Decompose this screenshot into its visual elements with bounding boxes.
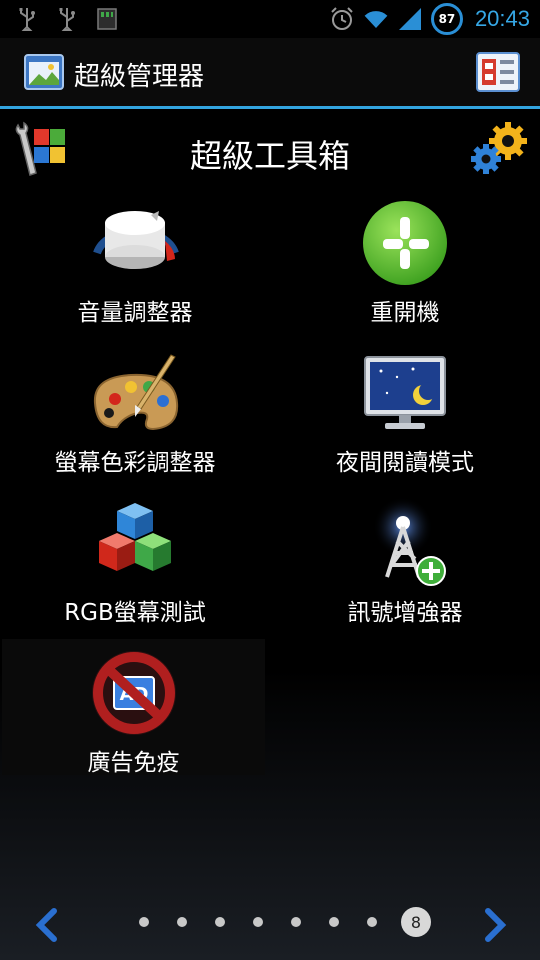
status-right-icons: 87 20:43 [329, 3, 530, 35]
signal-tower-icon [357, 497, 453, 593]
page-indicator: 8 [125, 907, 431, 937]
tile-label: 音量調整器 [77, 300, 193, 326]
sd-card-icon [94, 6, 120, 32]
usb-icon [54, 6, 80, 32]
tile-ad-immunity[interactable]: AD 廣告免疫 [2, 639, 265, 776]
page-dot[interactable] [367, 917, 377, 927]
gears-icon[interactable] [470, 121, 530, 177]
tile-night-reading-mode[interactable]: 夜間閱讀模式 [270, 339, 540, 489]
page-dot[interactable] [253, 917, 263, 927]
rgb-cubes-icon [87, 497, 183, 593]
tile-label: 螢幕色彩調整器 [54, 450, 216, 476]
paint-palette-icon [87, 347, 183, 443]
battery-percent: 87 [438, 12, 456, 26]
app-title: 超級管理器 [74, 62, 205, 92]
action-bar: 超級管理器 [0, 38, 540, 109]
content-area: 超級工具箱 音量調整器 重開機 螢幕色彩調整器 夜間閱讀模式 RGB螢幕測試 訊… [0, 109, 540, 960]
next-page-arrow-icon[interactable] [478, 905, 512, 945]
app-window-icon[interactable] [24, 52, 64, 92]
toolbox-header: 超級工具箱 [0, 109, 540, 189]
battery-indicator: 87 [430, 3, 463, 35]
wifi-icon [363, 6, 389, 32]
restart-icon [357, 197, 453, 293]
page-dot[interactable] [329, 917, 339, 927]
grid-menu-icon[interactable] [476, 52, 520, 92]
tile-restart[interactable]: 重開機 [270, 189, 540, 339]
tile-volume-adjuster[interactable]: 音量調整器 [0, 189, 270, 339]
tile-label: 夜間閱讀模式 [336, 450, 474, 476]
current-page-badge: 8 [401, 907, 431, 937]
tile-label: 重開機 [370, 300, 440, 326]
tile-signal-booster[interactable]: 訊號增強器 [270, 489, 540, 639]
tile-rgb-screen-test[interactable]: RGB螢幕測試 [0, 489, 270, 639]
tile-screen-color-adjuster[interactable]: 螢幕色彩調整器 [0, 339, 270, 489]
tile-label: 廣告免疫 [87, 750, 180, 776]
tile-label: 訊號增強器 [347, 600, 463, 626]
toolbox-title: 超級工具箱 [189, 137, 350, 175]
signal-icon [397, 6, 423, 32]
status-left-icons [14, 6, 120, 32]
page-dot[interactable] [291, 917, 301, 927]
tile-label: RGB螢幕測試 [64, 600, 206, 626]
usb-icon [14, 6, 40, 32]
ad-block-icon: AD [86, 647, 182, 743]
page-dot[interactable] [215, 917, 225, 927]
alarm-icon [329, 6, 355, 32]
volume-knob-icon [87, 197, 183, 293]
previous-page-arrow-icon[interactable] [30, 905, 64, 945]
clock: 20:43 [474, 6, 530, 31]
page-dot[interactable] [177, 917, 187, 927]
night-monitor-icon [357, 347, 453, 443]
page-dot[interactable] [139, 917, 149, 927]
status-bar: 87 20:43 [0, 0, 540, 38]
pager: 8 [0, 895, 540, 955]
